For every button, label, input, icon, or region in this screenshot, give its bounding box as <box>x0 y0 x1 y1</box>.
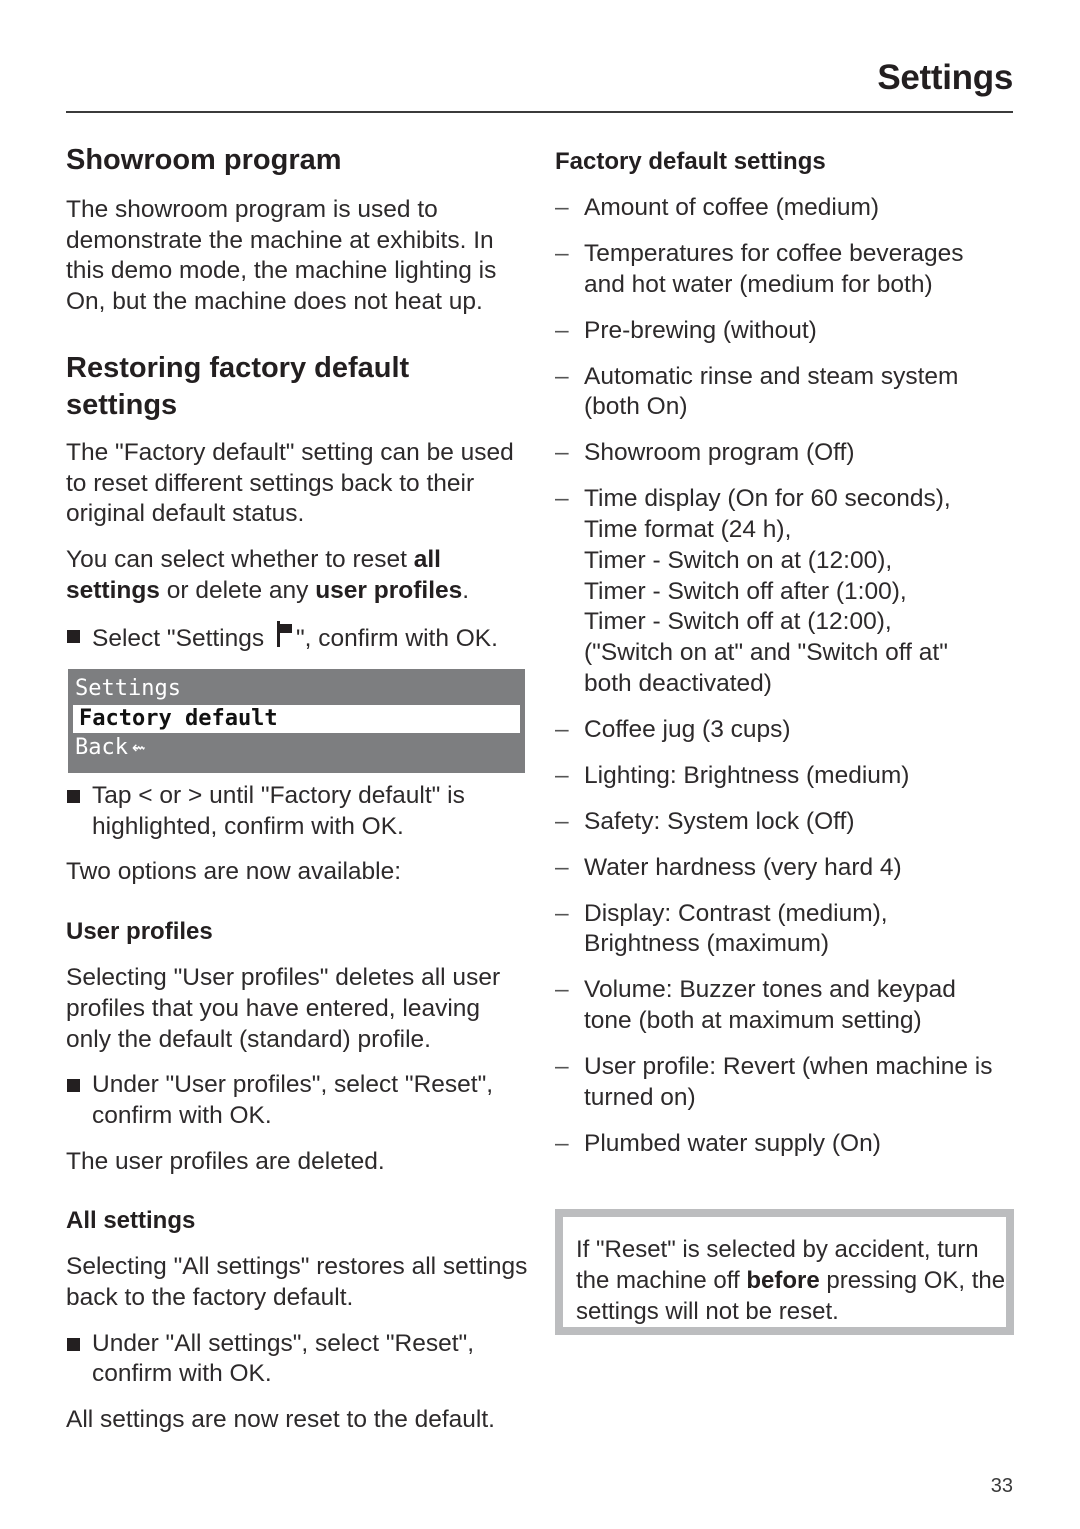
dash-icon: – <box>555 485 569 513</box>
page-number: 33 <box>990 1475 1013 1497</box>
list-item: – User profile: Revert (when machine is t… <box>555 1052 1025 1113</box>
dash-icon: – <box>555 1129 569 1157</box>
step-text-pre: Select "Settings <box>92 625 271 653</box>
list-item: – Automatic rinse and steam system (both … <box>555 362 1025 423</box>
dash-icon: – <box>555 1053 569 1081</box>
step-user-profiles-reset: Under "User profiles", select "Reset", c… <box>66 1070 528 1131</box>
factory-default-list: – Amount of coffee (medium) – Temperatures… <box>555 193 1025 1159</box>
step-select-settings: Select "Settings ", confirm with OK. <box>66 621 528 655</box>
step-text: Select "Settings ", confirm with OK. <box>92 621 498 655</box>
select-text-mid: or delete any <box>159 576 316 604</box>
dash-icon: – <box>555 899 569 927</box>
note-text-bold: before <box>746 1267 820 1294</box>
list-item: – Display: Contrast (medium), Brightness … <box>555 899 1025 960</box>
all-settings-heading: All settings <box>66 1207 196 1235</box>
select-text-post: . <box>462 576 470 604</box>
note-box: If "Reset" is selected by accident, turn… <box>555 1209 1014 1335</box>
user-profiles-heading: User profiles <box>66 918 213 946</box>
square-bullet-icon <box>66 781 92 842</box>
showroom-body: The showroom program is used to demonstr… <box>66 196 497 316</box>
step-text: Under "User profiles", select "Reset", c… <box>92 1071 494 1129</box>
restoring-intro: The "Factory default" setting can be use… <box>66 438 514 528</box>
title-divider <box>66 111 1013 113</box>
factory-default-heading: Factory default settings <box>555 148 826 175</box>
dash-icon: – <box>555 439 569 467</box>
restoring-heading: Restoring factory default settings <box>66 351 410 421</box>
dash-icon: – <box>555 316 569 344</box>
list-item: – Temperatures for coffee beverages and h… <box>555 239 1025 300</box>
back-arrow-icon: ⇜ <box>131 735 146 761</box>
square-bullet-icon <box>66 1329 92 1390</box>
dash-icon: – <box>555 807 569 835</box>
display-back-label: Back <box>75 735 128 761</box>
page-title: Settings <box>877 58 1013 97</box>
step-all-settings-reset: Under "All settings", select "Reset", co… <box>66 1329 528 1390</box>
dash-icon: – <box>555 240 569 267</box>
list-item: – Water hardness (very hard 4) <box>555 853 1025 884</box>
list-item: – Volume: Buzzer tones and keypad tone (b… <box>555 975 1025 1036</box>
user-profiles-body: Selecting "User profiles" deletes all us… <box>66 964 501 1053</box>
list-item: – Lighting: Brightness (medium) <box>555 761 1025 792</box>
list-item: – Amount of coffee (medium) <box>555 193 1025 224</box>
right-column: Factory default settings – Amount of coff… <box>555 147 1025 1175</box>
dash-icon: – <box>555 194 569 221</box>
showroom-heading: Showroom program <box>66 144 342 176</box>
step-text-post: ", confirm with OK. <box>295 625 498 653</box>
note-text: If "Reset" is selected by accident, turn… <box>576 1234 1006 1327</box>
list-item: – Safety: System lock (Off) <box>555 807 1025 838</box>
flag-icon <box>274 621 296 649</box>
display-back-item: Back ⇜ <box>73 733 520 763</box>
select-text-user-profiles: user profiles <box>315 576 463 604</box>
list-item: – Time display (On for 60 seconds), Time … <box>555 484 1025 699</box>
display-screen: Settings Factory default Back ⇜ <box>68 669 525 774</box>
select-text-pre: You can select whether to reset <box>66 545 414 573</box>
list-item: – Pre-brewing (without) <box>555 316 1025 347</box>
step-tap-until: Tap < or > until "Factory default" is hi… <box>66 781 528 842</box>
restoring-select-text: You can select whether to reset all sett… <box>66 545 528 606</box>
all-settings-body: Selecting "All settings" restores all se… <box>66 1253 528 1312</box>
options-text: Two options are now available: <box>66 858 402 886</box>
square-bullet-icon <box>66 621 92 655</box>
list-item: – Coffee jug (3 cups) <box>555 715 1025 746</box>
all-settings-result: All settings are now reset to the defaul… <box>66 1406 495 1434</box>
display-selected-item: Factory default <box>73 705 520 734</box>
square-bullet-icon <box>66 1070 92 1131</box>
left-column: Showroom program The showroom program is… <box>66 140 528 1436</box>
step-text: Tap < or > until "Factory default" is hi… <box>92 782 465 840</box>
dash-icon: – <box>555 362 569 390</box>
list-item: – Showroom program (Off) <box>555 438 1025 469</box>
display-title: Settings <box>75 676 181 702</box>
step-text: Under "All settings", select "Reset", co… <box>92 1329 475 1388</box>
user-profiles-result: The user profiles are deleted. <box>66 1147 385 1175</box>
dash-icon: – <box>555 761 569 789</box>
dash-icon: – <box>555 715 569 743</box>
dash-icon: – <box>555 976 569 1004</box>
list-item: – Plumbed water supply (On) <box>555 1129 1025 1160</box>
dash-icon: – <box>555 853 569 881</box>
